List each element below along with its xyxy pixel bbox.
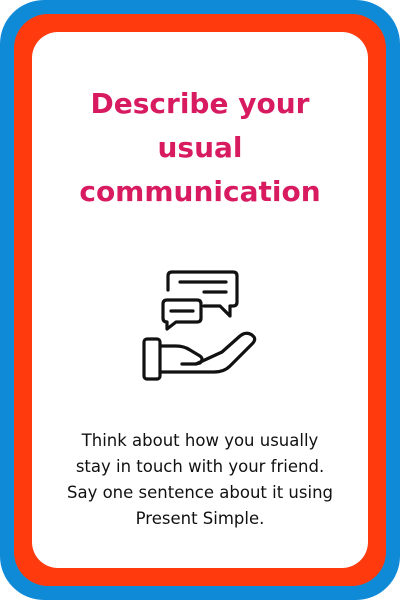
instruction-line: Say one sentence about it using	[66, 483, 333, 502]
title-line: Describe your	[90, 87, 310, 120]
instruction-line: stay in touch with your friend.	[75, 457, 325, 476]
instruction-text: Think about how you usually stay in touc…	[32, 428, 368, 532]
title-line: usual	[157, 131, 243, 164]
instruction-line: Think about how you usually	[81, 431, 319, 450]
card-title: Describe your usual communication	[32, 82, 368, 214]
hand-holding-chat-bubbles-icon	[142, 270, 257, 381]
instruction-line: Present Simple.	[135, 509, 265, 528]
title-line: communication	[79, 175, 321, 208]
